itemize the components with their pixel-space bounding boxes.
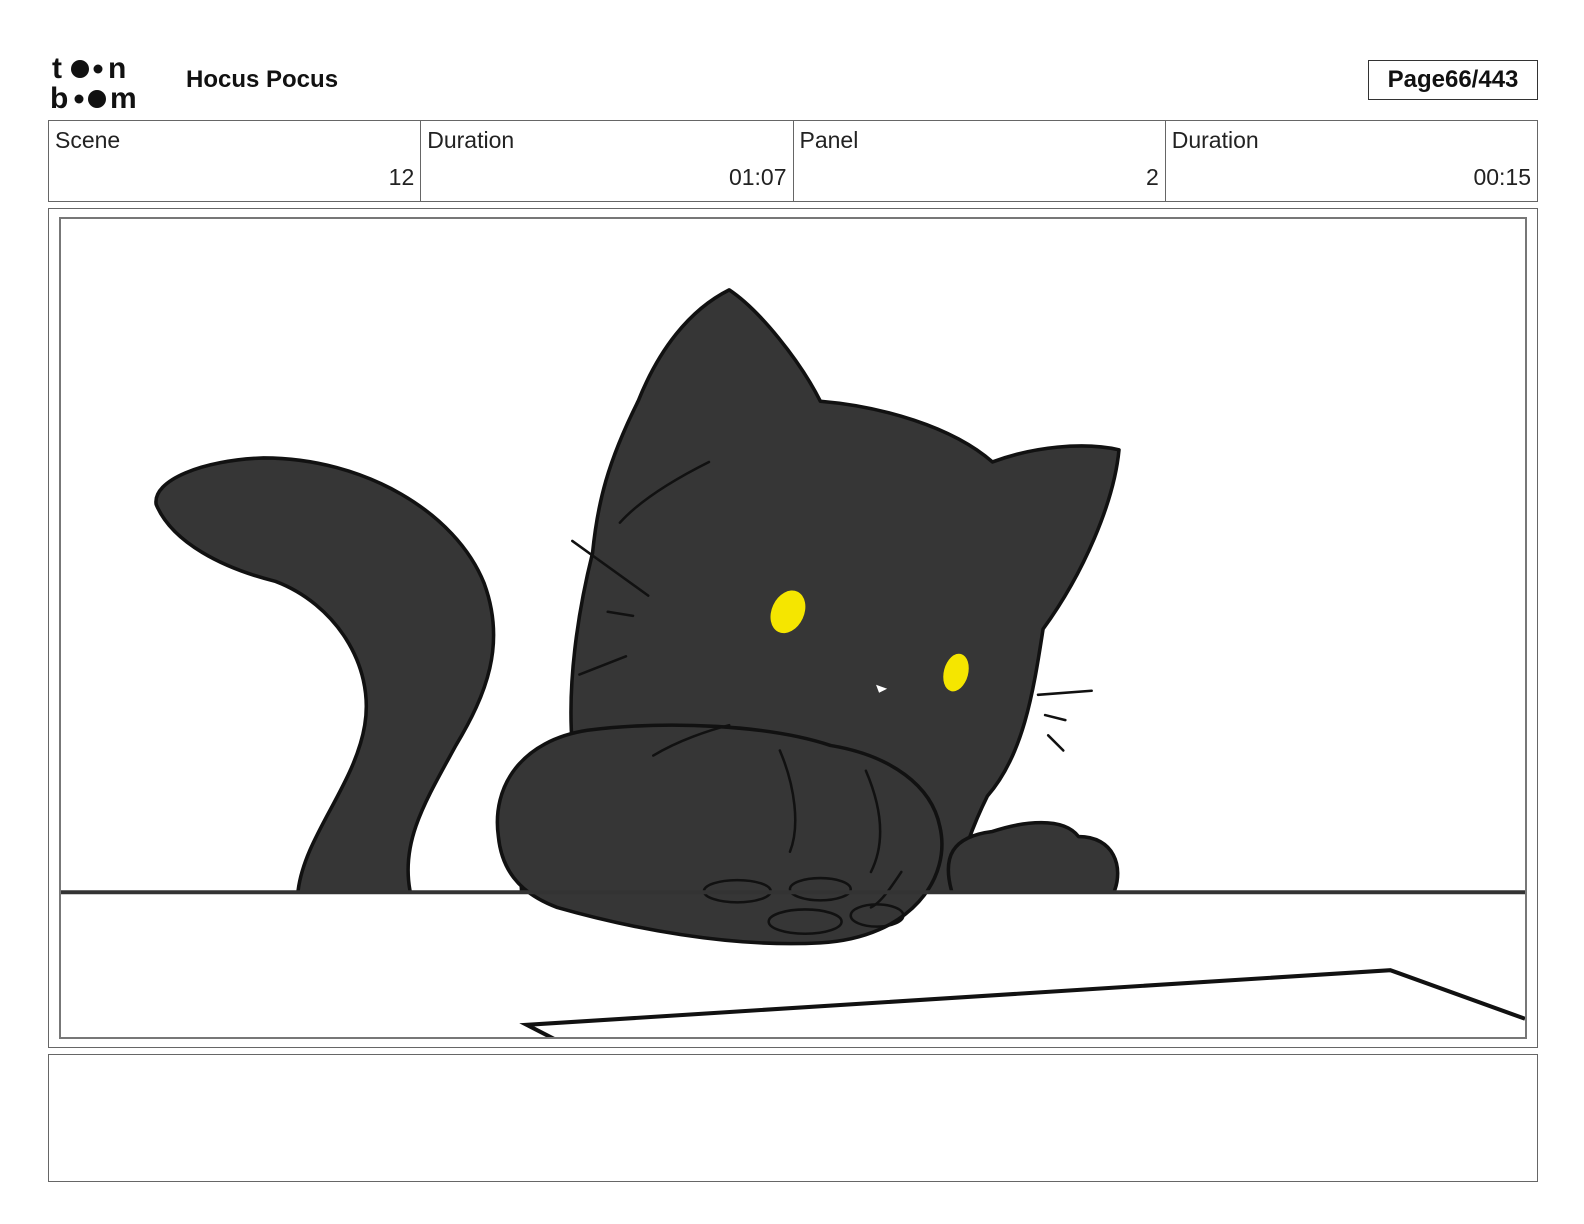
storyboard-panel[interactable]: [48, 208, 1538, 1048]
toon-boom-logo: t n b m: [50, 52, 137, 112]
panel-label: Panel: [799, 127, 859, 153]
scene-info-table: Scene 12 Duration 01:07 Panel 2 Duration…: [48, 120, 1538, 202]
scene-value: 12: [388, 164, 415, 190]
panel-duration-label: Duration: [1171, 127, 1259, 153]
svg-text:n: n: [108, 52, 126, 85]
scene-duration-label: Duration: [427, 127, 515, 153]
panel-duration-cell: Duration 00:15: [1164, 121, 1537, 201]
svg-text:b: b: [50, 82, 68, 112]
panel-cell: Panel 2: [792, 121, 1165, 201]
scene-label: Scene: [55, 127, 121, 153]
scene-cell: Scene 12: [49, 121, 420, 201]
page-number: 66/443: [1444, 66, 1519, 93]
scene-duration-cell: Duration 01:07: [420, 121, 792, 201]
svg-text:m: m: [110, 82, 137, 112]
panel-duration-value: 00:15: [1473, 164, 1531, 190]
project-title: Hocus Pocus: [186, 66, 339, 93]
cat-drawing: [61, 288, 1525, 1037]
page-indicator: Page 66/443: [1368, 60, 1538, 100]
page-label: Page: [1387, 66, 1445, 93]
panel-value: 2: [1145, 164, 1159, 190]
panel-image-area: [59, 217, 1527, 1039]
scene-duration-value: 01:07: [728, 164, 787, 190]
svg-text:t: t: [52, 52, 62, 85]
action-notes-box[interactable]: [48, 1054, 1538, 1182]
